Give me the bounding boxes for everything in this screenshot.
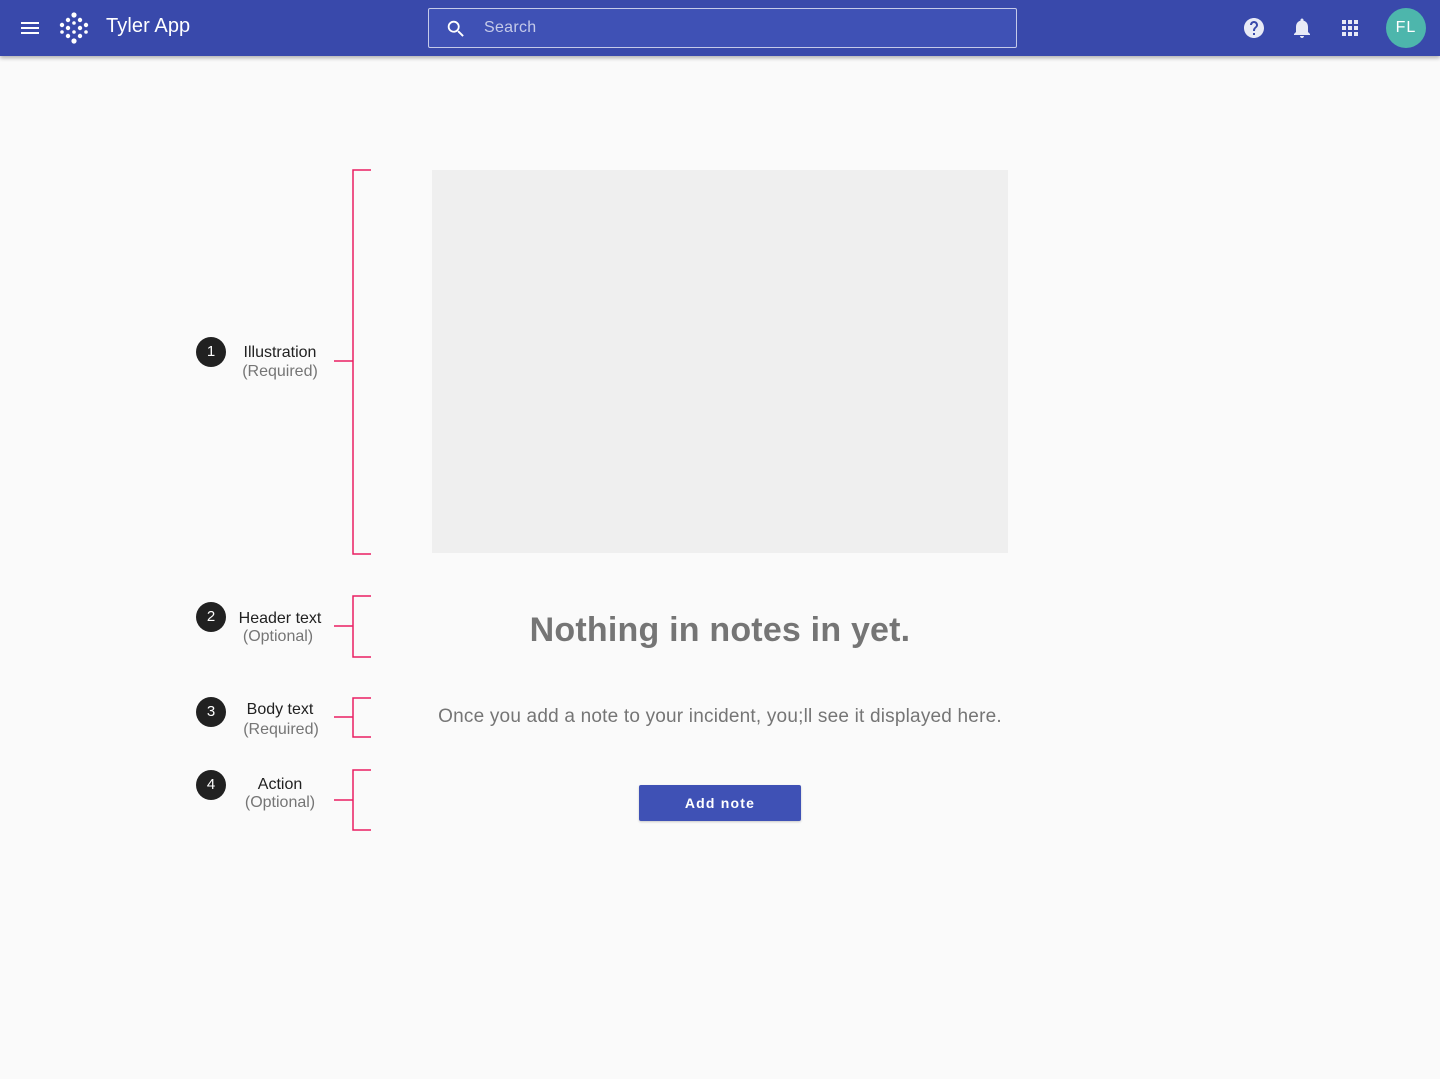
- illustration-placeholder: [432, 170, 1008, 553]
- empty-state-header: Nothing in notes in yet.: [529, 611, 911, 649]
- notifications-bell-icon[interactable]: [1290, 16, 1314, 40]
- add-note-button[interactable]: Add note: [639, 785, 801, 821]
- avatar[interactable]: FL: [1386, 8, 1426, 48]
- search-icon: [445, 18, 467, 40]
- empty-state-body: Once you add a note to your incident, yo…: [438, 706, 1002, 727]
- annotation-label-header: Header text: [238, 610, 322, 627]
- tyler-logo-icon: [57, 11, 91, 45]
- annotation-sub-header: (Optional): [242, 628, 314, 645]
- menu-icon[interactable]: [18, 16, 42, 40]
- annotation-bracket-action: [334, 769, 371, 831]
- annotation-sub-body: (Required): [243, 721, 319, 738]
- app-title: Tyler App: [106, 15, 191, 37]
- annotation-sub-action: (Optional): [244, 794, 316, 811]
- apps-grid-icon[interactable]: [1338, 16, 1362, 40]
- annotation-bracket-header: [334, 595, 371, 658]
- help-icon[interactable]: [1242, 16, 1266, 40]
- annotation-bracket-body: [334, 697, 371, 738]
- annotation-label-illustration: Illustration: [243, 344, 317, 361]
- annotation-label-body: Body text: [246, 701, 314, 718]
- annotation-bracket-illustration: [334, 169, 371, 555]
- search-input[interactable]: [484, 9, 1004, 47]
- annotation-sub-illustration: (Required): [242, 363, 318, 380]
- annotation-label-action: Action: [257, 776, 303, 793]
- search-bar[interactable]: [428, 8, 1017, 48]
- app-bar: Tyler App FL: [0, 0, 1440, 56]
